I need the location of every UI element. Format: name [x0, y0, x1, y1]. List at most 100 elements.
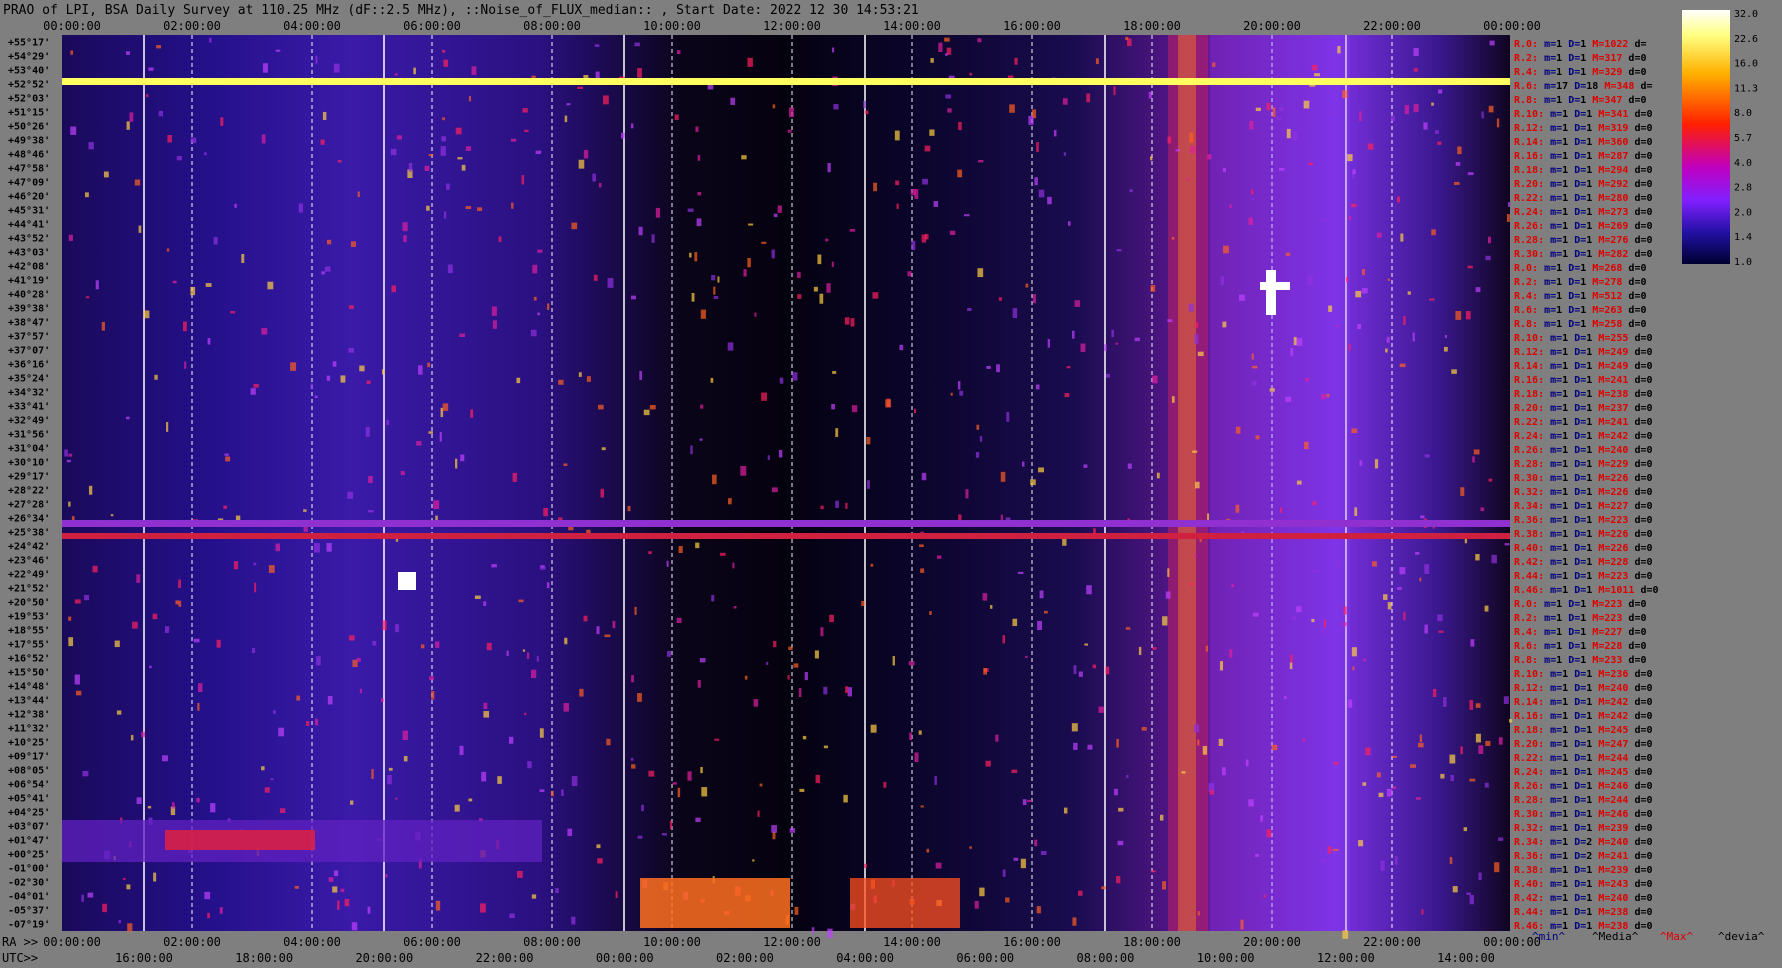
declination-label: +13°44' [8, 696, 50, 707]
speckle [695, 817, 701, 823]
speckle [262, 63, 268, 73]
declination-label: +50°26' [8, 122, 50, 133]
speckle [1498, 737, 1503, 745]
speckle [700, 309, 706, 319]
speckle [1271, 744, 1278, 751]
speckle [631, 764, 636, 769]
speckle [1245, 759, 1249, 767]
speckle [1067, 221, 1071, 226]
speckle [366, 380, 371, 385]
speckle [1002, 635, 1006, 644]
declination-label: +55°17' [8, 38, 50, 49]
speckle [1342, 930, 1349, 939]
declination-label: +22°49' [8, 570, 50, 581]
speckle [193, 638, 200, 643]
ra-tick-label: 22:00:00 [1363, 935, 1421, 949]
declination-label: +51°15' [8, 108, 50, 119]
speckle [254, 582, 257, 593]
speckle [637, 693, 642, 702]
speckle [68, 616, 72, 621]
speckle [1504, 543, 1510, 546]
speckle [844, 317, 850, 325]
speckle [1022, 461, 1025, 467]
speckle [294, 885, 299, 889]
speckle [979, 436, 983, 442]
bottom-axes: RA >> 00:00:00 02:00:00 04:00:00 06:00:00 08:… [2, 935, 1541, 965]
ra-prefix: RA >> [2, 935, 38, 949]
speckle [428, 431, 433, 434]
speckle [1305, 377, 1310, 382]
speckle [442, 403, 449, 411]
speckle [1451, 369, 1457, 374]
speckle [118, 919, 121, 924]
speckle [1101, 886, 1107, 890]
speckle [1240, 919, 1244, 930]
speckle [1219, 661, 1224, 671]
speckle [204, 891, 211, 900]
speckle [779, 377, 784, 384]
speckle [365, 426, 370, 437]
speckle [1417, 742, 1424, 748]
speckle [920, 805, 924, 808]
speckle [1186, 177, 1190, 181]
speckle [986, 365, 991, 369]
speckle [348, 305, 354, 309]
speckle [1321, 628, 1325, 634]
speckle [1005, 897, 1010, 903]
speckle [1212, 62, 1216, 67]
speckle [641, 804, 644, 812]
speckle [327, 695, 333, 705]
declination-label: +31°56' [8, 430, 50, 441]
speckle [1467, 265, 1473, 269]
speckle [1348, 699, 1353, 708]
speckle [1354, 507, 1358, 516]
speckle [695, 542, 700, 549]
speckle [850, 318, 855, 327]
speckle [827, 163, 831, 173]
declination-label: +12°38' [8, 710, 50, 721]
speckle [728, 498, 732, 505]
speckle [1279, 106, 1284, 112]
utc-tick-label: 04:00:00 [836, 951, 894, 965]
speckle [130, 734, 134, 741]
speckle [560, 789, 564, 797]
declination-label: +31°04' [8, 444, 50, 455]
speckle [197, 702, 200, 711]
speckle [894, 130, 900, 141]
ra-tick-label: 04:00:00 [283, 935, 341, 949]
speckle [1034, 839, 1038, 847]
speckle [207, 337, 211, 345]
speckle [586, 376, 591, 382]
speckle [676, 617, 682, 624]
declination-label: +19°53' [8, 612, 50, 623]
speckle [509, 913, 515, 919]
speckle [429, 676, 434, 681]
declination-label: +33°41' [8, 402, 50, 413]
speckle [606, 738, 611, 746]
speckle [537, 249, 543, 253]
speckle [797, 294, 802, 299]
speckle [1413, 103, 1419, 113]
speckle [461, 164, 466, 171]
speckle [607, 278, 614, 288]
utc-tick-label: 00:00:00 [596, 951, 654, 965]
speckle [1466, 892, 1471, 896]
speckle [162, 755, 168, 762]
row-stat: R.14: m=1 D=1 M=249 d=0 [1514, 361, 1653, 372]
speckle [516, 377, 521, 384]
speckle [983, 668, 988, 675]
speckle [539, 565, 546, 570]
declination-label: +54°29' [8, 52, 50, 63]
speckle [1266, 829, 1272, 838]
utc-tick-label: 22:00:00 [476, 951, 534, 965]
speckle [1150, 285, 1156, 292]
speckle [403, 235, 407, 243]
speckle [996, 364, 1000, 373]
speckle [1235, 504, 1240, 513]
speckle [110, 514, 114, 517]
speckle [116, 710, 122, 715]
speckle [535, 150, 542, 155]
speckle [583, 149, 589, 159]
speckle [831, 403, 835, 410]
speckle [1292, 131, 1298, 141]
